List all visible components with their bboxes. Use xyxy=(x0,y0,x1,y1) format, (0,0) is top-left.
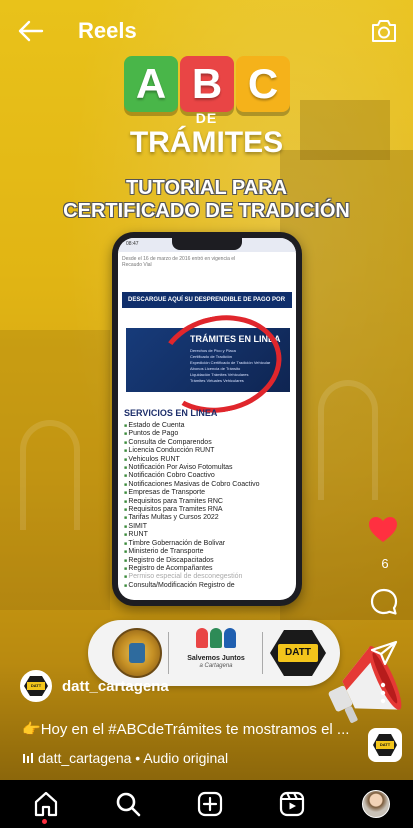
alcaldia-seal-logo xyxy=(112,628,162,678)
salvemos-line1: Salvemos Juntos xyxy=(187,655,245,662)
phone-descargue-banner: DESCARGUE AQUÍ SU DESPRENDIBLE DE PAGO P… xyxy=(122,292,292,319)
servicio-item: Registro de Discapacitados xyxy=(124,557,294,565)
descargue-label: DESCARGUE AQUÍ SU DESPRENDIBLE xyxy=(128,297,242,303)
salvemos-juntos-logo: Salvemos Juntos a Cartagena xyxy=(176,628,256,678)
servicio-item: Requisitos para Tramites RNA xyxy=(124,506,294,514)
phone-screen: 08:47 Desde el 16 de marzo de 2016 entró… xyxy=(118,238,296,600)
phone-note-line2: Recaudo Vial xyxy=(122,262,152,268)
servicio-item: RUNT xyxy=(124,531,294,539)
audio-bars-icon xyxy=(23,753,33,763)
user-avatar[interactable]: DATT xyxy=(20,670,52,702)
arch-shape xyxy=(20,420,80,530)
video-de-label: DE xyxy=(195,110,218,126)
camera-icon[interactable] xyxy=(370,18,398,44)
abc-letter-b: B xyxy=(180,56,234,112)
phone-status-time: 08:47 xyxy=(126,241,139,247)
abc-letter-a: A xyxy=(124,56,178,112)
audio-thumb-text: DATT xyxy=(376,741,394,749)
servicio-item: Notificación Cobro Coactivo xyxy=(124,472,294,480)
phone-notch xyxy=(172,238,242,250)
red-highlight-circle xyxy=(149,304,291,424)
video-tutorial-line1: TUTORIAL PARA xyxy=(125,177,288,199)
caption-text-pre: Hoy en el xyxy=(40,721,109,738)
audio-thumbnail[interactable]: DATT xyxy=(368,728,402,762)
servicio-item: Ministerio de Transporte xyxy=(124,548,294,556)
page-title: Reels xyxy=(78,18,137,43)
servicio-item: Consulta de Comparendos xyxy=(124,439,294,447)
salvemos-people-icon xyxy=(176,628,256,653)
notification-dot xyxy=(42,819,47,824)
caption-emoji: 👉 xyxy=(22,721,41,738)
salvemos-line2: a Cartagena xyxy=(199,663,233,669)
search-icon[interactable] xyxy=(114,790,142,818)
servicio-item: Notificación Por Aviso Fotomultas xyxy=(124,464,294,472)
servicio-item: Registro de Acompañantes xyxy=(124,565,294,573)
video-tramites-title: TRÁMITES xyxy=(129,126,284,159)
divider xyxy=(168,632,169,674)
heart-icon[interactable] xyxy=(368,516,398,544)
audio-attribution[interactable]: datt_cartagena • Audio original xyxy=(22,750,228,766)
caption-hashtag[interactable]: #ABCdeTrámites xyxy=(108,721,222,738)
servicio-item: Notificaciones Masivas de Cobro Coactivo xyxy=(124,481,294,489)
home-icon[interactable] xyxy=(32,790,60,818)
servicio-item: SIMIT xyxy=(124,523,294,531)
servicio-item: Permiso especial de desconegestión xyxy=(124,573,294,581)
reel-video[interactable]: A B C DE TRÁMITES TUTORIAL PARA CERTIFIC… xyxy=(0,0,413,780)
partner-logos: Salvemos Juntos a Cartagena DATT xyxy=(88,620,340,686)
datt-logo-text: DATT xyxy=(278,644,318,662)
video-tutorial-line2: CERTIFICADO DE TRADICIÓN xyxy=(63,200,350,222)
phone-mockup: 08:47 Desde el 16 de marzo de 2016 entró… xyxy=(112,232,302,606)
datt-logo: DATT xyxy=(270,630,326,676)
servicio-item: Requisitos para Tramites RNC xyxy=(124,498,294,506)
create-icon[interactable] xyxy=(196,790,224,818)
paper-plane-icon[interactable] xyxy=(370,640,398,666)
avatar-badge-text: DATT xyxy=(27,682,45,690)
audio-text: datt_cartagena • Audio original xyxy=(38,750,229,766)
comment-icon[interactable] xyxy=(370,588,398,616)
like-count: 6 xyxy=(381,556,389,571)
servicio-item: Empresas de Transporte xyxy=(124,489,294,497)
bottom-nav xyxy=(0,780,413,828)
caption-text-post: te mostramos el ... xyxy=(221,721,350,738)
servicio-item: Tarifas Multas y Cursos 2022 xyxy=(124,514,294,522)
top-bar: Reels xyxy=(0,0,413,64)
servicios-title: SERVICIOS EN LINEA xyxy=(124,408,218,418)
arrow-left-icon[interactable] xyxy=(18,20,44,42)
servicio-item: Licencia Conducción RUNT xyxy=(124,447,294,455)
servicio-item: Estado de Cuenta xyxy=(124,422,294,430)
servicio-item: Timbre Gobernación de Bolivar xyxy=(124,540,294,548)
profile-avatar[interactable] xyxy=(362,790,390,818)
servicio-item: Consulta/Modificación Registro de xyxy=(124,582,294,590)
arch-shape xyxy=(318,380,378,500)
servicios-list: Estado de Cuenta Puntos de Pago Consulta… xyxy=(124,422,294,590)
phone-note: Desde el 16 de marzo de 2016 entró en vi… xyxy=(122,256,292,268)
servicio-item: Puntos de Pago xyxy=(124,430,294,438)
caption[interactable]: 👉Hoy en el #ABCdeTrámites te mostramos e… xyxy=(22,720,362,738)
reels-icon[interactable] xyxy=(278,790,306,818)
servicio-item: Vehiculos RUNT xyxy=(124,456,294,464)
divider xyxy=(262,632,263,674)
more-vertical-icon[interactable] xyxy=(380,682,386,704)
username-link[interactable]: datt_cartagena xyxy=(62,678,169,695)
abc-letter-c: C xyxy=(236,56,290,112)
